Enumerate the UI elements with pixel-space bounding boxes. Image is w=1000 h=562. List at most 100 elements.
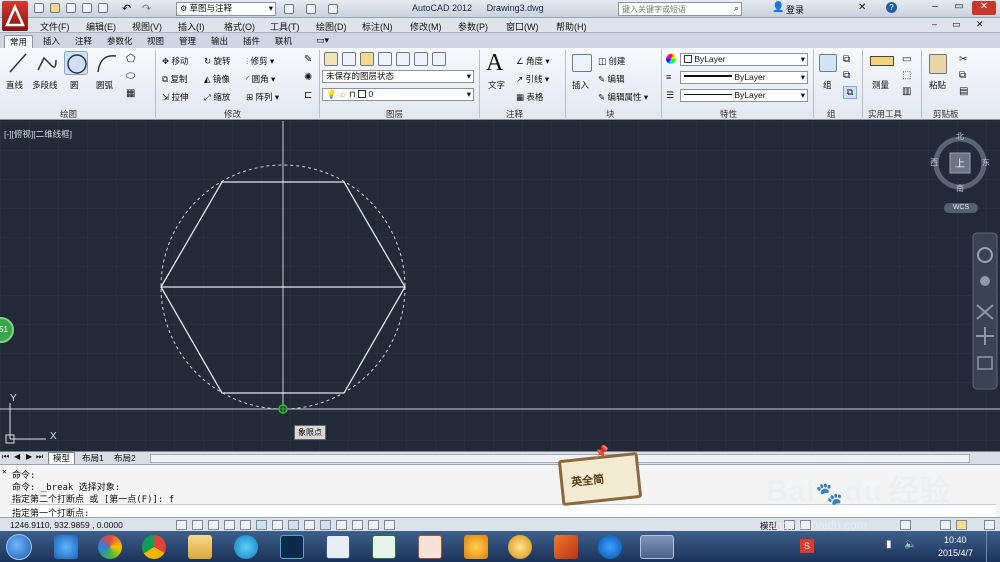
command-input[interactable]: 指定第一个打断点: [10, 504, 996, 519]
leader-button[interactable]: ↗ 引线 ▾ [516, 74, 549, 84]
tab-layout2[interactable]: 布局2 [110, 452, 140, 464]
explode-icon[interactable]: ✺ [304, 72, 312, 83]
tab-manage[interactable]: 管理 [174, 35, 201, 48]
stretch-button[interactable]: ⇲ 拉伸 [162, 92, 189, 102]
ducs-icon[interactable] [304, 520, 315, 530]
tab-annotate[interactable]: 注释 [70, 35, 97, 48]
measure-button[interactable]: 测量 [872, 80, 889, 90]
mirror-button[interactable]: ◭ 镜像 [204, 74, 230, 84]
select-all-icon[interactable]: ⬚ [902, 70, 911, 81]
menu-draw[interactable]: 绘图(D) [316, 20, 347, 33]
group-edit-icon[interactable]: ⧉ [843, 70, 850, 81]
linetype-dropdown[interactable]: ByLayer ▾ [680, 71, 808, 84]
insert-button[interactable]: 插入 [572, 80, 589, 90]
paint-icon[interactable] [508, 535, 532, 559]
cut-icon[interactable]: ✂ [959, 54, 967, 65]
block-panel-title[interactable]: 块 [606, 108, 615, 120]
volume-icon[interactable]: 🔈 [904, 539, 916, 550]
help-icon[interactable]: ? [886, 2, 897, 13]
ungroup-icon[interactable]: ⧉ [843, 54, 850, 65]
drawing-canvas[interactable]: [-][俯视][二维线框] 北 南 东 西 上 WCS 象限点 Y X 51 [0, 121, 1000, 451]
command-close-icon[interactable]: ✕ [2, 467, 7, 476]
tab-home[interactable]: 常用 [4, 35, 34, 48]
save-as-icon[interactable] [82, 3, 92, 13]
coordinates-readout[interactable]: 1246.9110, 932.9859 , 0.0000 [10, 520, 123, 530]
layer-tool-icon[interactable] [284, 4, 294, 14]
line-icon[interactable] [8, 52, 28, 74]
wcs-button[interactable]: WCS [944, 203, 978, 213]
navigation-bar[interactable] [972, 232, 998, 390]
network-icon[interactable]: ▮ [886, 539, 892, 550]
paste-button[interactable]: 粘贴 [929, 80, 946, 90]
layer-state-icon[interactable] [342, 52, 356, 66]
menu-dimension[interactable]: 标注(N) [362, 20, 393, 33]
snap-mode-icon[interactable] [192, 520, 203, 530]
compass-west[interactable]: 西 [930, 157, 938, 168]
properties-panel-title[interactable]: 特性 [720, 108, 737, 120]
clock-date[interactable]: 2015/4/7 [938, 548, 973, 558]
doc-restore-icon[interactable]: ▭ [952, 19, 961, 30]
color-dropdown[interactable]: ByLayer ▾ [680, 53, 808, 66]
tab-output[interactable]: 输出 [206, 35, 233, 48]
rotate-button[interactable]: ↻ 旋转 [204, 56, 231, 66]
group-icon[interactable] [819, 54, 837, 72]
group-select-icon[interactable]: ⧉ [843, 86, 857, 99]
erase-icon[interactable]: ✎ [304, 54, 312, 65]
copy-clip-icon[interactable]: ⧉ [959, 70, 966, 81]
quick-view-layouts-icon[interactable] [784, 520, 795, 530]
hatch-icon[interactable]: ▦ [126, 88, 135, 99]
lock-ui-icon[interactable] [956, 520, 967, 530]
video-player-icon[interactable] [598, 535, 622, 559]
polyline-icon[interactable] [36, 52, 58, 74]
id-point-icon[interactable]: ▥ [902, 86, 911, 97]
offset-icon[interactable]: ⊏ [304, 90, 312, 101]
viewcube-top-face[interactable]: 上 [955, 155, 965, 170]
properties-tool-icon[interactable] [306, 4, 316, 14]
drawing-area[interactable] [0, 121, 1000, 451]
photoshop-icon[interactable] [280, 535, 304, 559]
utilities-panel-title[interactable]: 实用工具 [868, 108, 902, 120]
clock-time[interactable]: 10:40 [944, 535, 967, 545]
explorer-icon[interactable] [188, 535, 212, 559]
autocad-task-icon[interactable] [640, 535, 674, 559]
layer-previous-icon[interactable] [378, 52, 392, 66]
arc-button[interactable]: 圆弧 [96, 80, 113, 90]
tab-view[interactable]: 视图 [142, 35, 169, 48]
quick-view-drawings-icon[interactable] [800, 520, 811, 530]
layer-state-dropdown[interactable]: 未保存的图层状态 ▾ [322, 70, 474, 83]
infer-constraints-icon[interactable] [176, 520, 187, 530]
menu-insert[interactable]: 插入(I) [178, 20, 205, 33]
color-wheel-icon[interactable] [666, 54, 676, 64]
menu-file[interactable]: 文件(F) [40, 20, 70, 33]
edit-attribute-button[interactable]: ✎ 编辑属性 ▾ [598, 92, 648, 102]
transparency-icon[interactable] [352, 520, 363, 530]
exchange-icon[interactable]: ✕ [858, 2, 866, 13]
search-box[interactable]: ⌕ [618, 2, 742, 16]
excel-icon[interactable] [372, 535, 396, 559]
menu-parametric[interactable]: 参数(P) [458, 20, 488, 33]
polygon-icon[interactable]: ⬠ [126, 52, 136, 65]
selection-cycling-icon[interactable] [384, 520, 395, 530]
close-window-icon[interactable]: ✕ [972, 1, 996, 15]
layer-lock-icon[interactable] [432, 52, 446, 66]
copy-button[interactable]: ⧉ 复制 [162, 74, 187, 84]
array-button[interactable]: ⊞ 阵列 ▾ [246, 92, 279, 102]
search-input[interactable] [619, 3, 727, 15]
doc-minimize-icon[interactable]: – [932, 19, 937, 29]
group-panel-title[interactable]: 组 [827, 108, 836, 120]
new-file-icon[interactable] [34, 3, 44, 13]
menu-help[interactable]: 帮助(H) [556, 20, 587, 33]
redo-icon[interactable]: ↷ [142, 2, 151, 15]
ribbon-toggle-icon[interactable]: ▭▾ [316, 35, 329, 46]
ime-icon[interactable]: S [800, 539, 814, 553]
sheet-set-icon[interactable] [328, 4, 338, 14]
layer-properties-icon[interactable] [324, 52, 338, 66]
tool-icon[interactable] [464, 535, 488, 559]
workspace-switch-icon[interactable] [940, 520, 951, 530]
move-button[interactable]: ✥ 移动 [162, 56, 189, 66]
show-desktop-button[interactable] [986, 531, 1000, 562]
annotation-panel-title[interactable]: 注释 [506, 108, 523, 120]
lineweight-dropdown[interactable]: ByLayer ▾ [680, 89, 808, 102]
open-file-icon[interactable] [50, 3, 60, 13]
polar-tracking-icon[interactable] [240, 520, 251, 530]
